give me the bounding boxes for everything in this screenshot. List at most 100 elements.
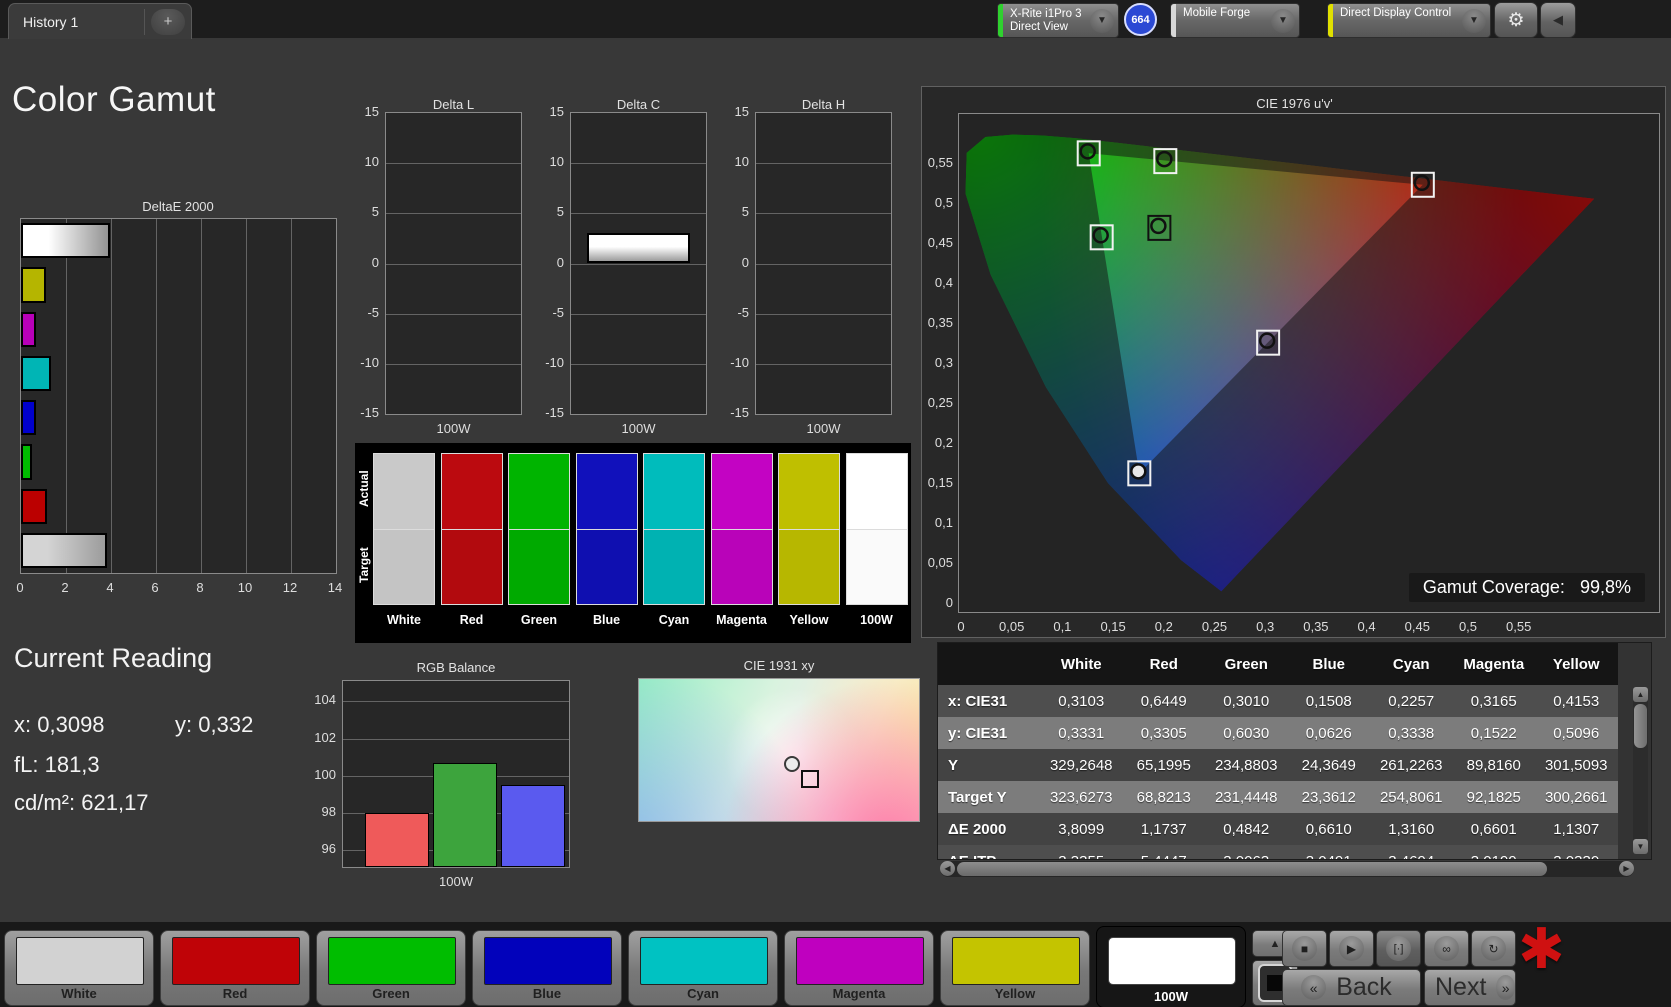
scroll-left-icon[interactable]: ◀ bbox=[940, 861, 955, 876]
scroll-up-icon[interactable]: ▲ bbox=[1633, 687, 1648, 702]
refresh-button[interactable]: ↻ bbox=[1471, 930, 1516, 967]
deltae-bar-magenta bbox=[21, 311, 36, 347]
rgb-balance-title: RGB Balance bbox=[416, 660, 496, 675]
pattern-button-label: 100W bbox=[1154, 989, 1188, 1004]
delta_l-chart bbox=[385, 112, 522, 415]
y-label: y: bbox=[175, 712, 193, 737]
table-cell: 1,1737 bbox=[1140, 820, 1187, 838]
collapse-panel-button[interactable]: ◀ bbox=[1540, 2, 1576, 38]
cie-y-tick-label: 0,15 bbox=[927, 475, 953, 490]
settings-button[interactable]: ⚙ bbox=[1494, 2, 1538, 38]
meter-count-badge[interactable]: 664 bbox=[1124, 3, 1157, 36]
pattern-button-label: White bbox=[61, 986, 97, 1001]
tab-history-1[interactable]: History 1 + bbox=[8, 3, 192, 39]
gridline bbox=[756, 263, 891, 265]
display-control-dropdown[interactable]: Direct Display Control ▼ bbox=[1327, 3, 1491, 38]
pattern-button-label: Cyan bbox=[687, 986, 719, 1001]
table-cell: 0,6449 bbox=[1140, 692, 1187, 710]
delta_h-title: Delta H bbox=[801, 97, 846, 112]
pattern-source-dropdown[interactable]: Mobile Forge ▼ bbox=[1170, 3, 1300, 38]
next-label: Next bbox=[1435, 973, 1487, 1001]
continuous-measure-button[interactable]: ∞ bbox=[1424, 930, 1469, 967]
gridline bbox=[571, 313, 706, 315]
target-swatch-white bbox=[373, 529, 435, 605]
table-row: y: CIE31 0,3331 0,3305 0,6030 0,0626 0,3338 0,… bbox=[938, 717, 1618, 749]
pattern-button-magenta[interactable]: Magenta bbox=[784, 930, 934, 1006]
delta_h-chart bbox=[755, 112, 892, 415]
pattern-swatch-yellow bbox=[952, 937, 1080, 985]
pattern-swatch-magenta bbox=[796, 937, 924, 985]
row-label: Target Y bbox=[948, 788, 1007, 806]
deltae-bar-blue bbox=[21, 400, 36, 436]
x-tick-label: 6 bbox=[151, 580, 159, 595]
scroll-right-icon[interactable]: ▶ bbox=[1619, 861, 1634, 876]
table-cell: 300,2661 bbox=[1544, 788, 1608, 806]
y-tick-label: 5 bbox=[371, 204, 379, 220]
app-root: History 1 + X-Rite i1Pro 3 Direct View ▼… bbox=[0, 0, 1671, 1007]
target-swatch-magenta bbox=[710, 529, 773, 605]
pattern-swatch-blue bbox=[484, 937, 612, 985]
table-cell: 0,6030 bbox=[1223, 724, 1270, 742]
chevrons-left-icon: « bbox=[1301, 975, 1327, 1000]
gridline bbox=[386, 163, 521, 165]
pattern-button-red[interactable]: Red bbox=[160, 930, 310, 1006]
meter-dropdown[interactable]: X-Rite i1Pro 3 Direct View ▼ bbox=[997, 3, 1119, 38]
add-tab-button[interactable]: + bbox=[151, 8, 185, 35]
deltae-bar-cyan bbox=[21, 355, 51, 391]
play-button[interactable]: ▶ bbox=[1329, 930, 1374, 967]
gamut-coverage-label: Gamut Coverage: bbox=[1422, 577, 1565, 597]
pattern-button-100w[interactable]: 100W bbox=[1096, 926, 1246, 1007]
pattern-button-label: Red bbox=[222, 986, 248, 1001]
cie1931-title: CIE 1931 xy bbox=[743, 658, 815, 673]
table-cell: 3,0199 bbox=[1453, 845, 1536, 860]
swatch-label: 100W bbox=[860, 613, 893, 627]
gridline bbox=[201, 219, 202, 573]
y-tick-label: 15 bbox=[734, 104, 749, 119]
horizontal-scroll-thumb[interactable] bbox=[957, 862, 1547, 876]
next-button[interactable]: Next » bbox=[1424, 969, 1516, 1006]
chevron-down-icon: ▼ bbox=[1462, 8, 1486, 33]
measured-point-icon bbox=[783, 755, 800, 772]
cd-value: 621,17 bbox=[81, 790, 149, 815]
y-tick-label: -10 bbox=[360, 354, 379, 370]
column-header-magenta: Magenta bbox=[1463, 655, 1525, 673]
pattern-button-cyan[interactable]: Cyan bbox=[628, 930, 778, 1006]
delta_l-x-label: 100W bbox=[436, 421, 471, 436]
cd-label: cd/m²: bbox=[14, 790, 76, 815]
pattern-button-green[interactable]: Green bbox=[316, 930, 466, 1006]
pattern-button-blue[interactable]: Blue bbox=[472, 930, 622, 1006]
y-tick-label: -15 bbox=[730, 405, 749, 420]
y-tick-label: 10 bbox=[549, 154, 564, 170]
pattern-button-yellow[interactable]: Yellow bbox=[940, 930, 1090, 1006]
target-swatch-blue bbox=[575, 529, 638, 605]
table-horizontal-scrollbar[interactable]: ◀ ▶ bbox=[940, 861, 1634, 877]
single-measure-button[interactable]: [·] bbox=[1376, 930, 1421, 967]
infinity-icon: ∞ bbox=[1434, 936, 1459, 961]
fl-label: fL: bbox=[14, 752, 39, 777]
table-cell: 92,1825 bbox=[1466, 788, 1521, 806]
scroll-down-icon[interactable]: ▼ bbox=[1633, 839, 1648, 854]
table-cell: 0,3103 bbox=[1058, 692, 1105, 710]
y-tick-label: -5 bbox=[367, 304, 379, 320]
pattern-button-white[interactable]: White bbox=[4, 930, 154, 1006]
x-tick-label: 14 bbox=[327, 580, 343, 595]
gridline bbox=[756, 313, 891, 315]
cie-x-tick-label: 0 bbox=[957, 619, 965, 634]
table-cell: 0,5096 bbox=[1553, 724, 1600, 742]
row-label: x: CIE31 bbox=[948, 692, 1008, 710]
cie1931-chart bbox=[638, 678, 920, 822]
target-swatch-red bbox=[440, 529, 503, 605]
gridline bbox=[343, 701, 569, 703]
cie-x-tick-label: 0,45 bbox=[1404, 619, 1430, 634]
stop-button[interactable]: ■ bbox=[1282, 930, 1327, 967]
y-tick-label: -10 bbox=[730, 354, 749, 370]
gridline bbox=[756, 213, 891, 215]
pattern-button-label: Green bbox=[372, 986, 410, 1001]
cie-y-tick-label: 0,35 bbox=[927, 315, 953, 330]
vertical-scroll-thumb[interactable] bbox=[1634, 704, 1647, 748]
table-vertical-scrollbar[interactable]: ▲ ▼ bbox=[1633, 687, 1648, 854]
measured-marker-blue bbox=[1130, 463, 1147, 480]
current-reading-fl: fL: 181,3 bbox=[14, 752, 100, 778]
back-button[interactable]: « Back bbox=[1282, 969, 1421, 1006]
column-header-red: Red bbox=[1149, 655, 1178, 673]
